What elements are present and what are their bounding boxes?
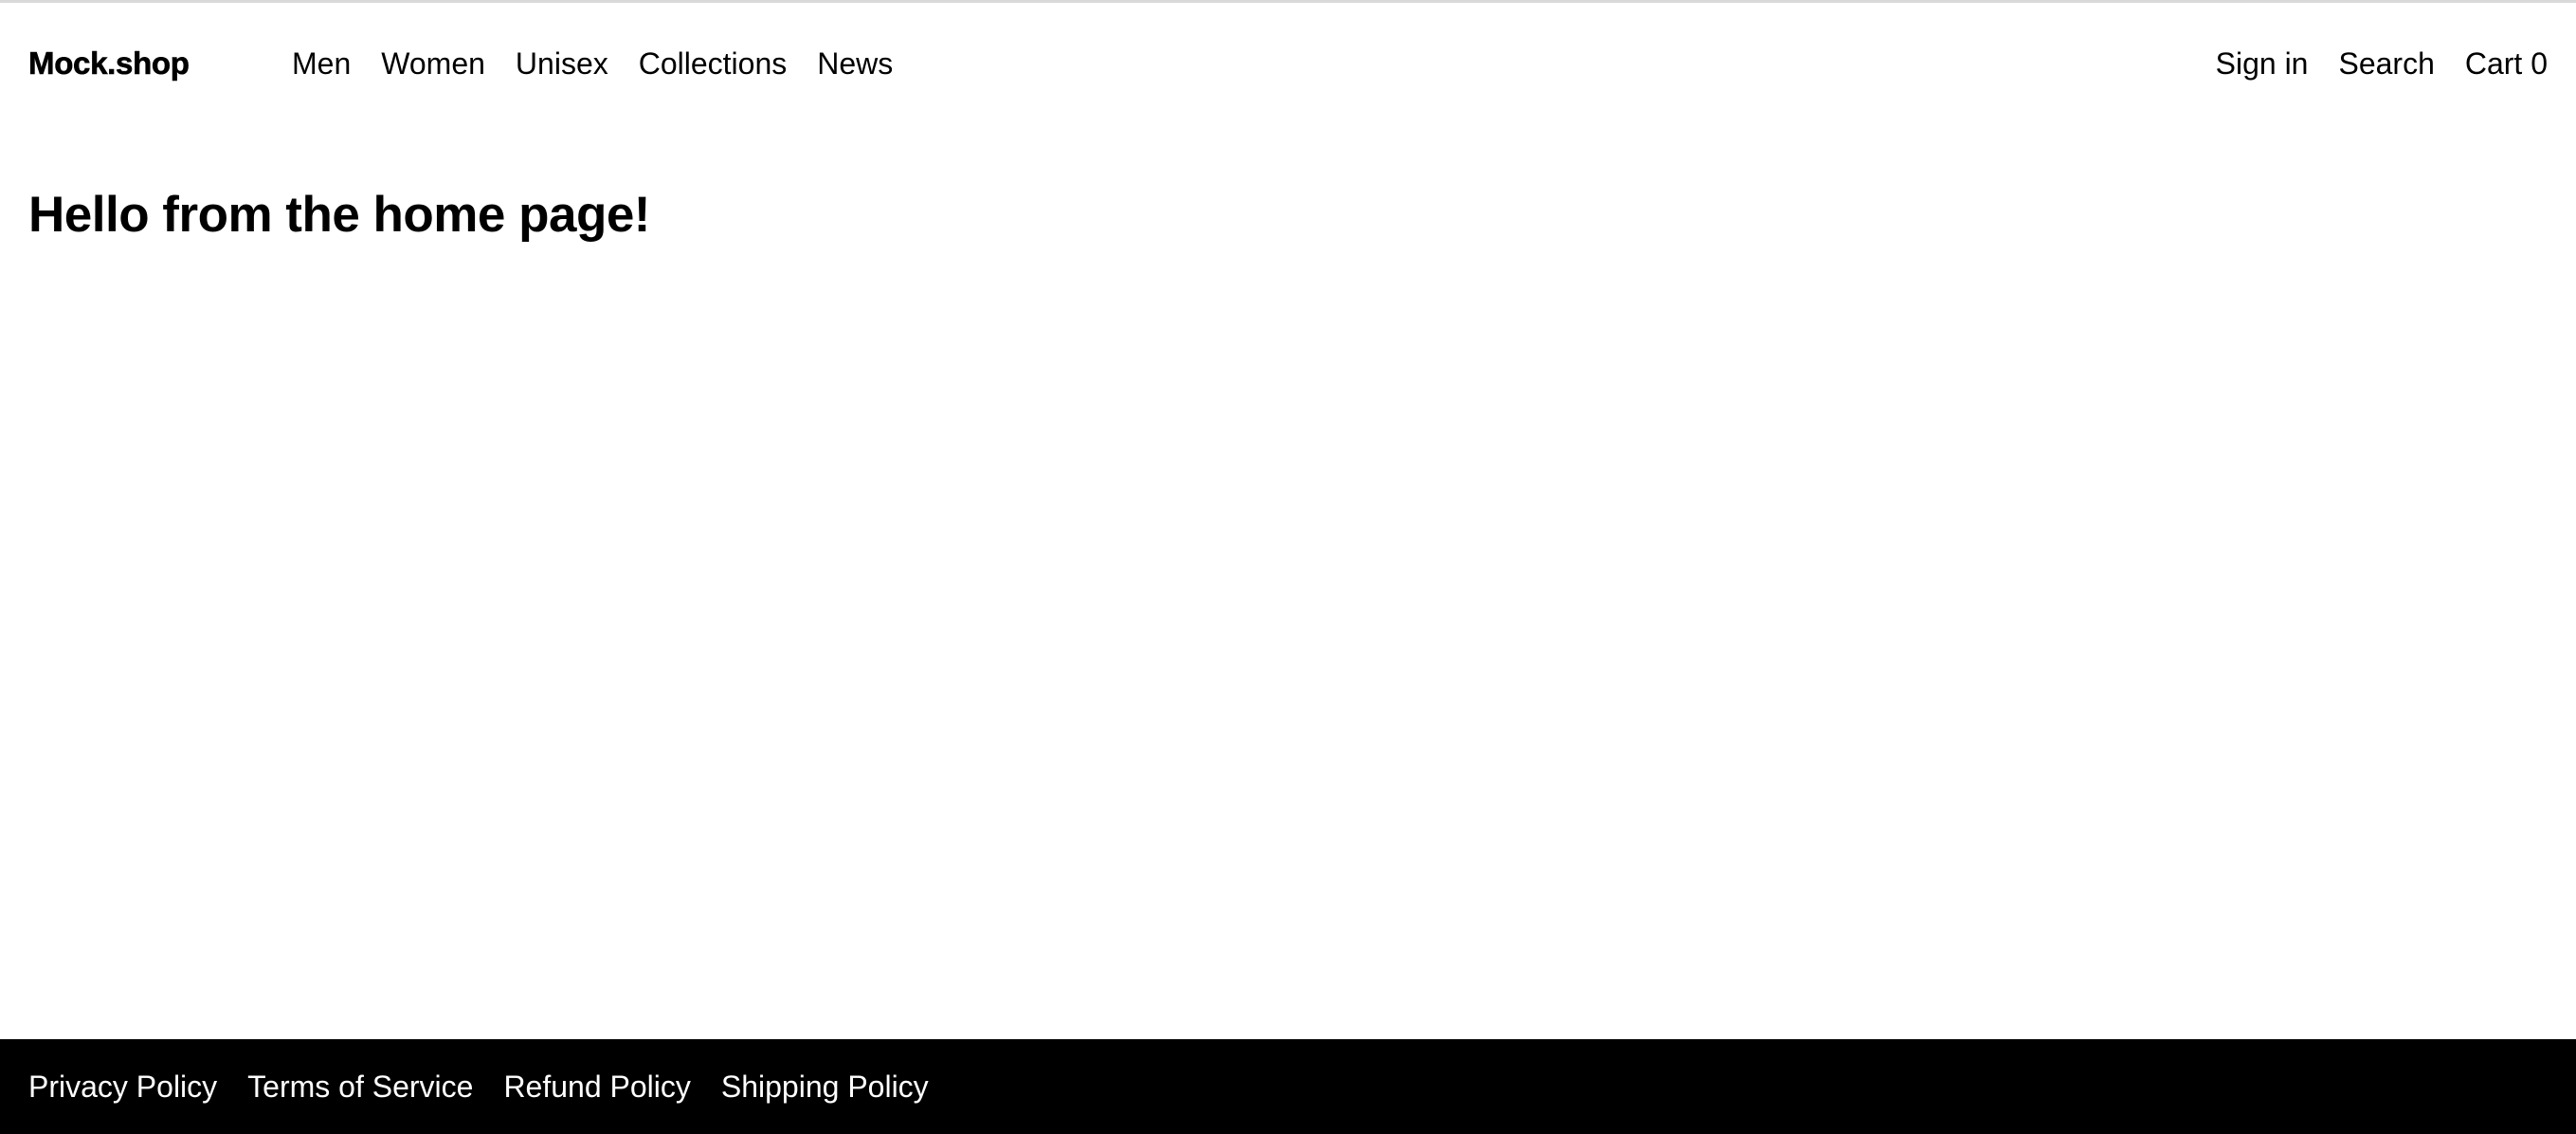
nav-item-collections[interactable]: Collections — [639, 46, 788, 82]
sign-in-link[interactable]: Sign in — [2216, 46, 2309, 82]
nav-item-women[interactable]: Women — [381, 46, 485, 82]
account-nav: Sign in Search Cart 0 — [2216, 46, 2548, 82]
footer-link-shipping-policy[interactable]: Shipping Policy — [721, 1070, 929, 1105]
site-header: Mock.shop Men Women Unisex Collections N… — [0, 3, 2576, 124]
page-title: Hello from the home page! — [28, 187, 650, 243]
nav-item-unisex[interactable]: Unisex — [516, 46, 608, 82]
nav-item-news[interactable]: News — [817, 46, 893, 82]
nav-item-men[interactable]: Men — [292, 46, 351, 82]
footer-link-refund-policy[interactable]: Refund Policy — [503, 1070, 690, 1105]
main-nav: Men Women Unisex Collections News — [292, 46, 893, 82]
logo-link[interactable]: Mock.shop — [28, 46, 292, 82]
footer-link-terms-of-service[interactable]: Terms of Service — [247, 1070, 473, 1105]
footer-link-privacy-policy[interactable]: Privacy Policy — [28, 1070, 217, 1105]
site-footer: Privacy Policy Terms of Service Refund P… — [0, 1039, 2576, 1134]
search-link[interactable]: Search — [2338, 46, 2434, 82]
cart-link[interactable]: Cart 0 — [2465, 46, 2548, 82]
main-content: Hello from the home page! — [28, 186, 650, 244]
